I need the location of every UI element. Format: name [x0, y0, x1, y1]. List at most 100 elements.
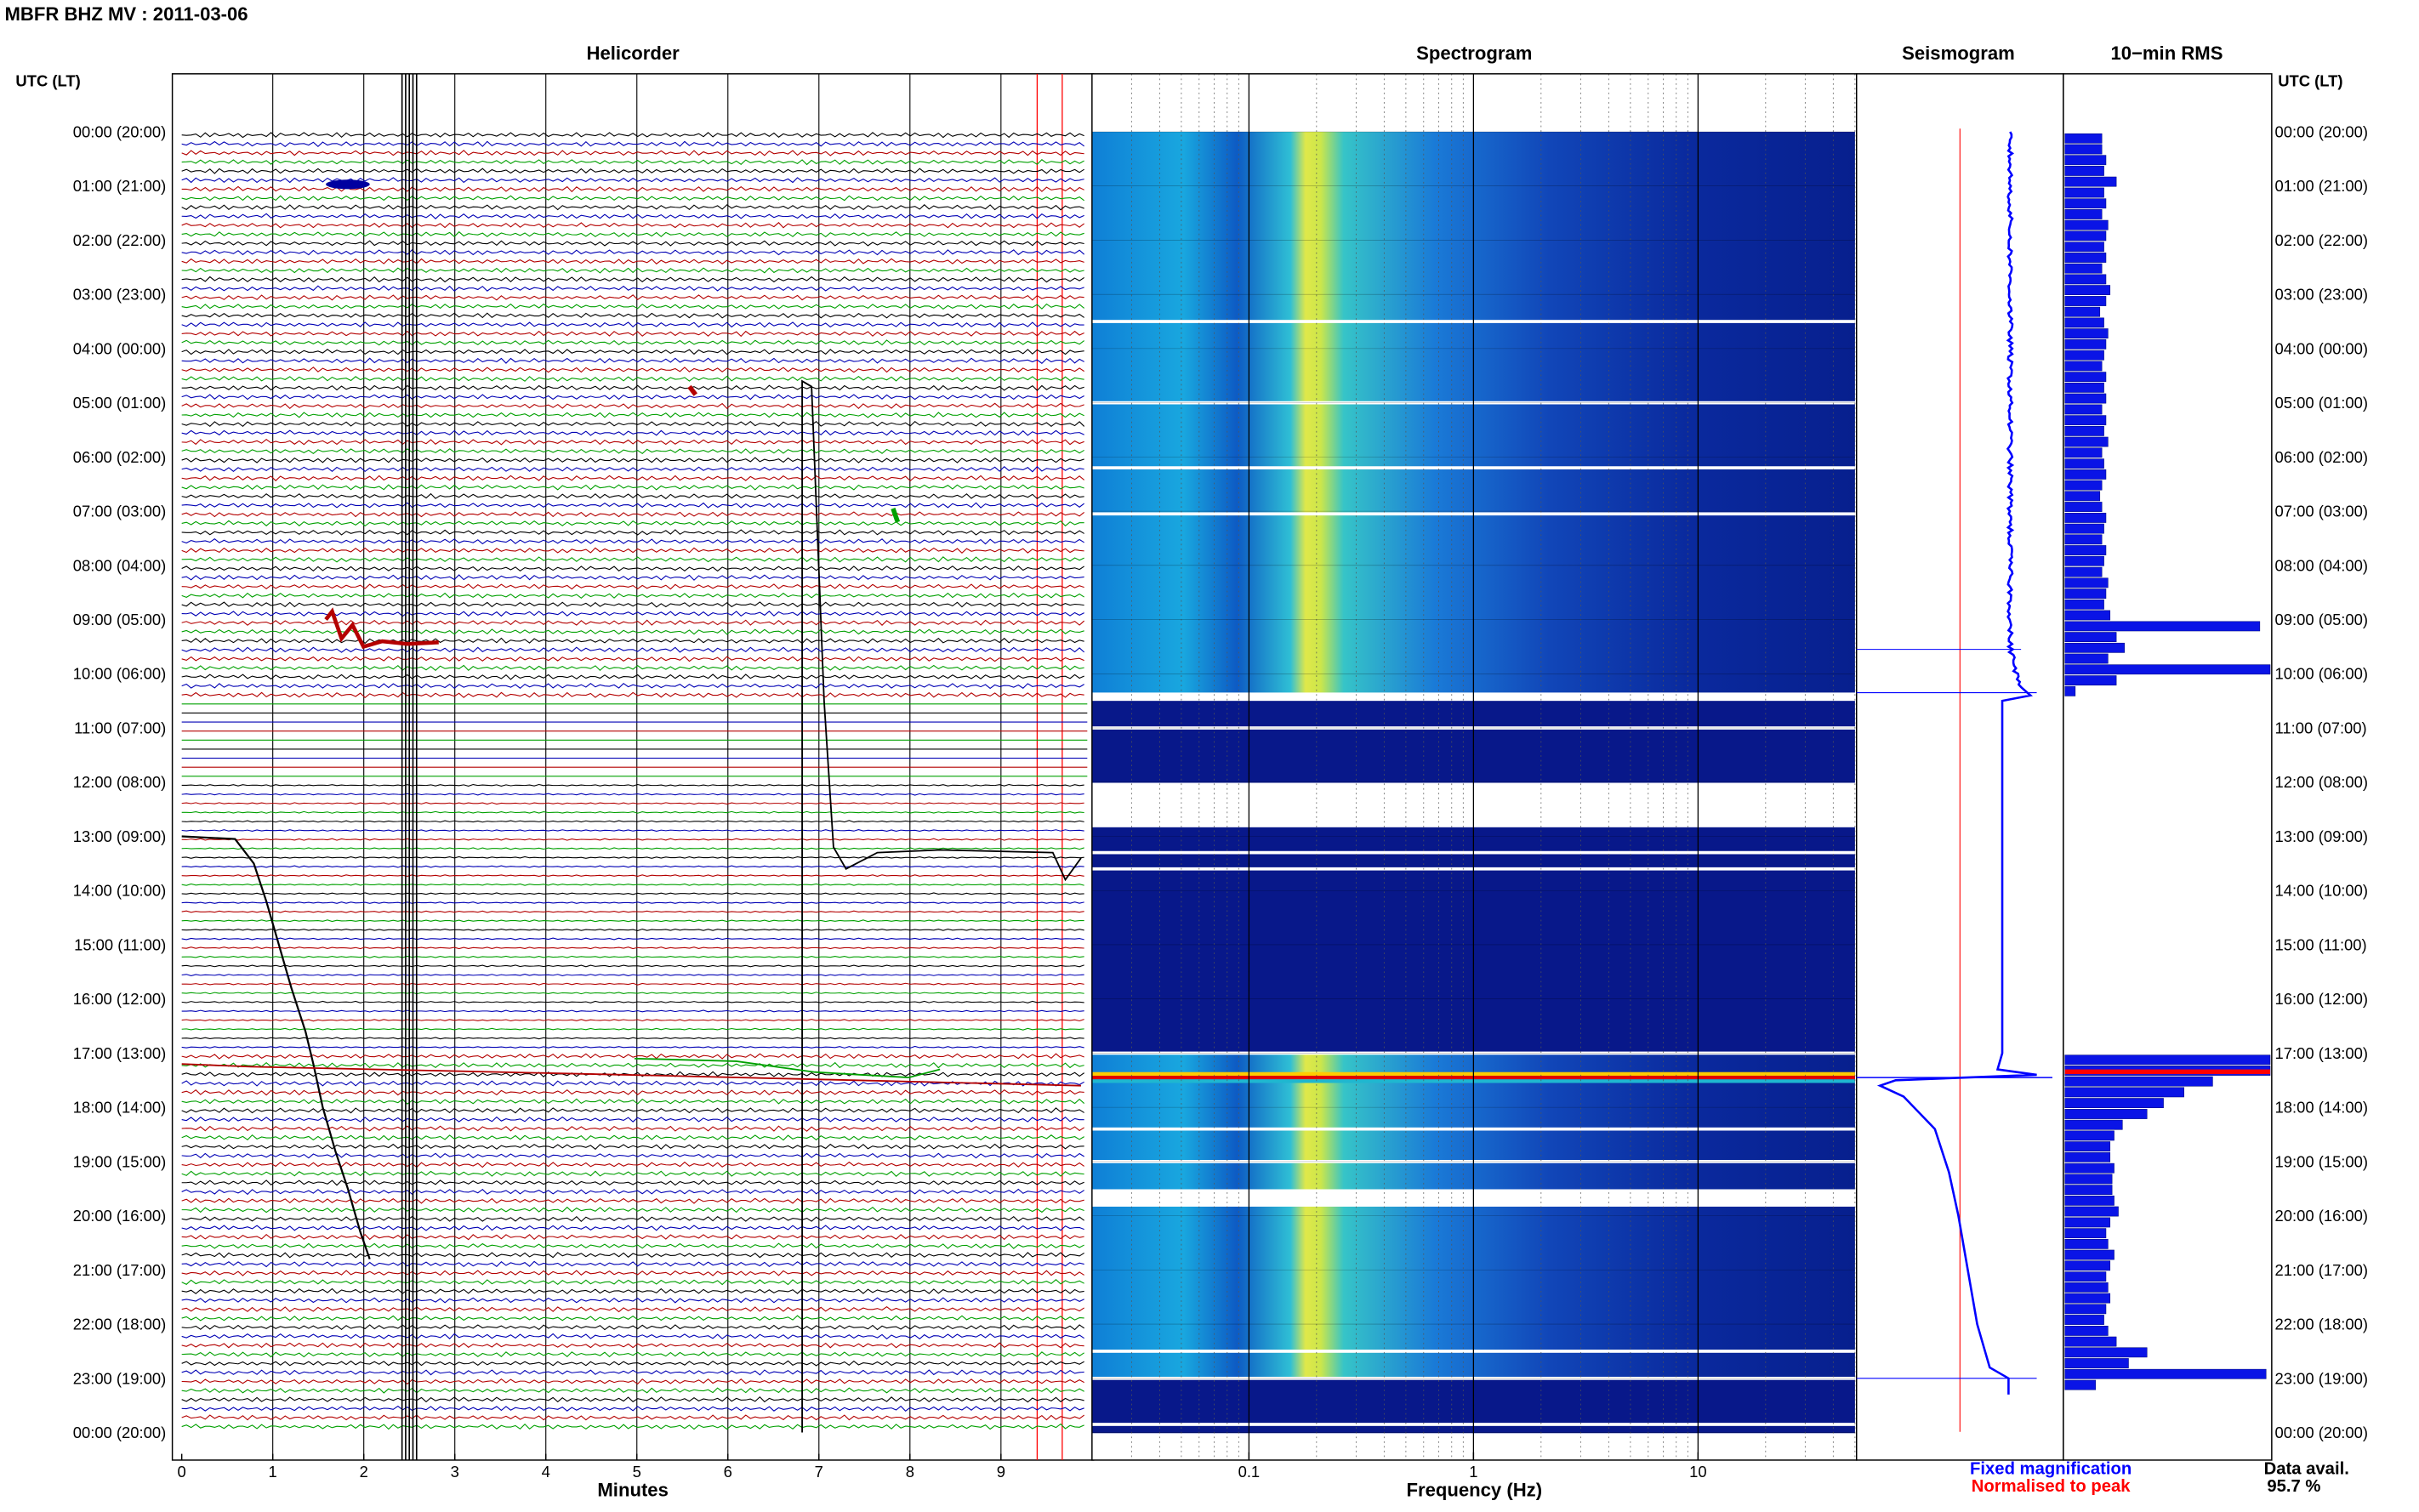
minute-tick-label: 7 [815, 1463, 823, 1481]
rms-bar [2064, 415, 2107, 426]
time-tick-right: 04:00 (00:00) [2275, 339, 2369, 357]
time-tick-right: 21:00 (17:00) [2275, 1261, 2369, 1279]
rms-bar [2064, 1054, 2271, 1066]
rms-bar [2064, 393, 2107, 404]
time-tick-left: 08:00 (04:00) [73, 556, 167, 574]
rms-bar [2064, 296, 2107, 306]
time-tick-left: 05:00 (01:00) [73, 394, 167, 412]
minute-tick-label: 4 [542, 1463, 550, 1481]
time-tick-right: 20:00 (16:00) [2275, 1207, 2369, 1225]
rms-bar [2064, 1076, 2213, 1087]
rms-bar [2064, 491, 2101, 502]
time-tick-right: 19:00 (15:00) [2275, 1152, 2369, 1170]
time-tick-left: 07:00 (03:00) [73, 503, 167, 520]
rms-bar [2064, 577, 2109, 588]
seismic-daily-summary-figure: MBFR BHZ MV : 2011-03-06 Helicorder Spec… [5, 3, 2369, 1500]
time-tick-right: 01:00 (21:00) [2275, 177, 2369, 195]
time-tick-left: 14:00 (10:00) [73, 882, 167, 900]
spectrogram-title: Spectrogram [1416, 43, 1532, 64]
time-tick-left: 20:00 (16:00) [73, 1207, 167, 1225]
rms-bar [2064, 1130, 2114, 1141]
rms-bar [2064, 675, 2117, 686]
rms-bar [2064, 306, 2101, 317]
rms-bar [2064, 1174, 2113, 1185]
rms-bar [2064, 599, 2104, 610]
time-tick-right: 18:00 (14:00) [2275, 1099, 2369, 1117]
rms-bar [2064, 382, 2104, 393]
helicorder-title: Helicorder [587, 43, 680, 64]
time-tick-right: 03:00 (23:00) [2275, 286, 2369, 304]
rms-bar [2064, 1326, 2109, 1336]
time-tick-right: 11:00 (07:00) [2275, 719, 2367, 736]
time-tick-right: 10:00 (06:00) [2275, 665, 2369, 683]
rms-title: 10−min RMS [2110, 43, 2223, 64]
time-tick-left: 09:00 (05:00) [73, 611, 167, 628]
seismogram-title: Seismogram [1902, 43, 2015, 64]
rms-bar [2064, 133, 2103, 144]
time-tick-right: 15:00 (11:00) [2275, 935, 2367, 953]
rms-bar [2064, 372, 2107, 383]
rms-bar [2064, 144, 2103, 155]
rms-bar [2064, 1162, 2114, 1174]
minute-tick-label: 0 [178, 1463, 186, 1481]
time-axis-title-left: UTC (LT) [15, 72, 80, 90]
rms-bar [2064, 1151, 2111, 1162]
rms-bar [2064, 328, 2109, 339]
time-tick-right: 23:00 (19:00) [2275, 1369, 2369, 1387]
rms-bar [2064, 1141, 2111, 1152]
rms-bar [2064, 523, 2104, 534]
time-tick-left: 12:00 (08:00) [73, 773, 167, 791]
time-tick-right: 07:00 (03:00) [2275, 503, 2369, 520]
rms-bar [2064, 317, 2104, 328]
time-tick-left: 16:00 (12:00) [73, 990, 167, 1008]
rms-bar [2064, 1249, 2114, 1260]
rms-bar [2064, 621, 2261, 632]
rms-bar [2064, 653, 2109, 664]
rms-bar [2064, 545, 2107, 555]
station-title: MBFR BHZ MV : 2011-03-06 [5, 3, 248, 25]
rms-bar [2064, 588, 2107, 599]
time-tick-left: 22:00 (18:00) [73, 1316, 167, 1333]
time-tick-right: 09:00 (05:00) [2275, 611, 2369, 628]
rms-bar [2064, 642, 2125, 653]
rms-bar [2064, 534, 2103, 545]
rms-bar [2064, 338, 2107, 350]
rms-bar [2064, 1206, 2119, 1217]
time-tick-left: 19:00 (15:00) [73, 1152, 167, 1170]
time-tick-left: 13:00 (09:00) [73, 827, 167, 845]
minute-tick-label: 8 [906, 1463, 914, 1481]
time-tick-right: 17:00 (13:00) [2275, 1044, 2369, 1062]
rms-bar [2064, 555, 2104, 566]
rms-bar [2064, 176, 2117, 187]
time-tick-right: 02:00 (22:00) [2275, 231, 2369, 249]
rms-bar [2064, 274, 2107, 285]
rms-bar [2064, 1119, 2123, 1130]
frequency-tick-label: 10 [1689, 1463, 1706, 1481]
rms-bar [2064, 1109, 2148, 1119]
rms-bar [2064, 632, 2117, 642]
legend-fixed-magnification: Fixed magnification [1970, 1460, 2132, 1479]
time-tick-right: 08:00 (04:00) [2275, 556, 2369, 574]
rms-bar [2064, 1238, 2109, 1249]
rms-bar [2064, 1347, 2148, 1358]
rms-bar [2064, 242, 2104, 253]
rms-bar [2064, 458, 2104, 469]
rms-bar [2064, 219, 2109, 230]
rms-bar [2064, 425, 2104, 436]
minute-tick-label: 2 [360, 1463, 368, 1481]
helicorder-panel: 0 1 2 3 4 5 6 7 8 9 Minutes [171, 73, 1095, 1500]
rms-bar [2064, 436, 2109, 447]
rms-bar [2064, 1260, 2111, 1271]
rms-bar [2064, 361, 2103, 372]
data-availability-value: 95.7 % [2267, 1477, 2320, 1496]
rms-bar [2064, 566, 2103, 577]
time-tick-left: 03:00 (23:00) [73, 286, 167, 304]
rms-bar [2064, 1293, 2111, 1304]
time-tick-right: 00:00 (20:00) [2275, 122, 2369, 140]
minute-tick-label: 5 [633, 1463, 641, 1481]
rms-bar [2064, 230, 2107, 242]
minute-tick-label: 9 [997, 1463, 1005, 1481]
spectrogram-panel: 0.1 1 10 Frequency (Hz) [1091, 73, 1858, 1500]
time-ticks-right: 00:00 (20:00) 01:00 (21:00) 02:00 (22:00) 0… [2265, 122, 2368, 1441]
rms-bar [2064, 1217, 2111, 1228]
